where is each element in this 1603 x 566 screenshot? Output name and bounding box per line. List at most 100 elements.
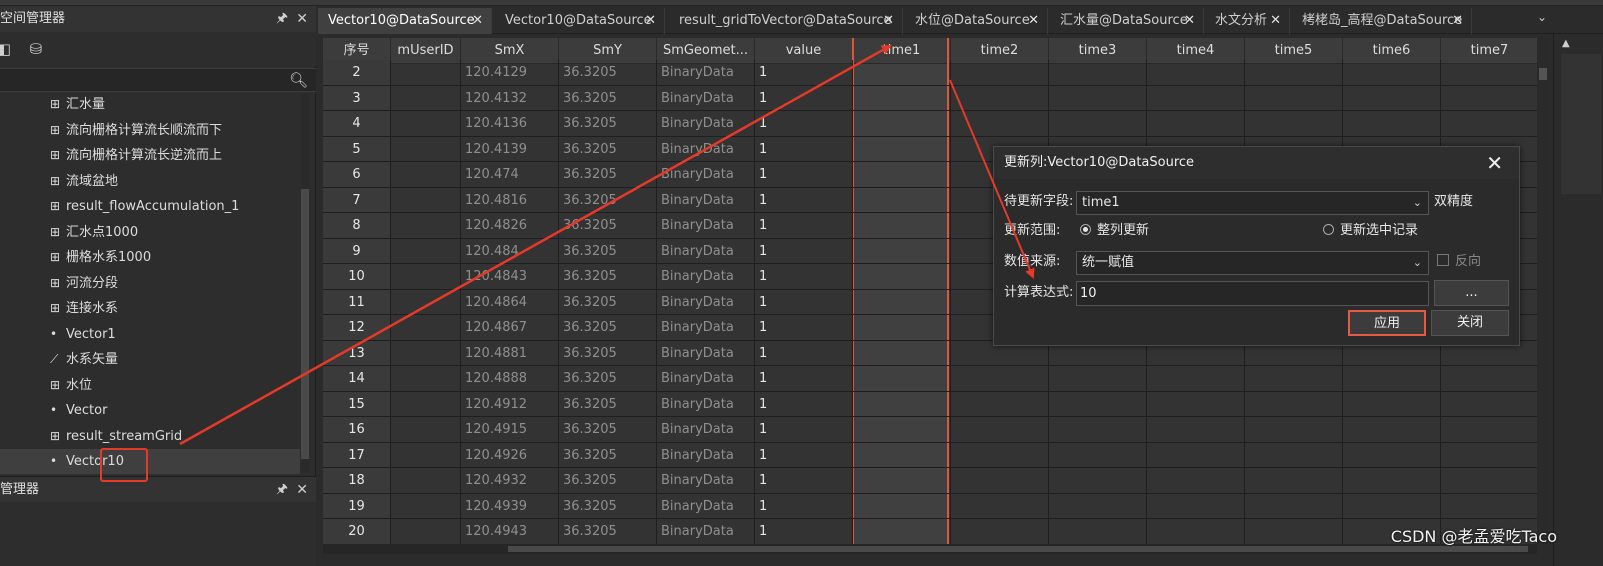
table-cell[interactable] <box>853 366 951 392</box>
close-icon[interactable]: ✕ <box>1486 147 1503 179</box>
table-cell[interactable] <box>1245 442 1343 468</box>
row-number-cell[interactable]: 14 <box>323 366 391 392</box>
scene-icon[interactable]: ⛁ <box>26 39 46 59</box>
table-cell[interactable]: 120.4888 <box>461 366 559 392</box>
table-cell[interactable]: 120.4843 <box>461 264 559 290</box>
table-cell[interactable] <box>853 493 951 519</box>
table-cell[interactable] <box>1441 111 1537 137</box>
table-cell[interactable] <box>1147 468 1245 494</box>
table-cell[interactable]: 120.4826 <box>461 213 559 239</box>
table-cell[interactable]: 36.3205 <box>559 111 657 137</box>
table-cell[interactable]: 36.3205 <box>559 213 657 239</box>
table-cell[interactable]: BinaryData <box>657 519 755 544</box>
table-cell[interactable] <box>1049 519 1147 544</box>
range-all-radio[interactable]: 整列更新 <box>1080 220 1149 242</box>
table-cell[interactable]: 1 <box>755 187 853 213</box>
table-cell[interactable]: 120.4136 <box>461 111 559 137</box>
reverse-checkbox[interactable]: 反向 <box>1437 251 1481 273</box>
table-cell[interactable] <box>1147 391 1245 417</box>
table-cell[interactable] <box>391 111 461 137</box>
tree-item[interactable]: ⊞ 河流分段 <box>50 271 118 296</box>
table-cell[interactable]: 36.3205 <box>559 493 657 519</box>
tree-item[interactable]: • Vector1 <box>50 322 116 347</box>
table-horizontal-scrollbar[interactable] <box>323 544 1537 554</box>
table-cell[interactable] <box>951 493 1049 519</box>
tree-item[interactable]: ⊞ 水位 <box>50 373 92 398</box>
table-cell[interactable] <box>391 264 461 290</box>
table-cell[interactable] <box>391 238 461 264</box>
close-icon[interactable]: ✕ <box>472 8 483 34</box>
table-cell[interactable]: BinaryData <box>657 187 755 213</box>
table-cell[interactable] <box>951 85 1049 111</box>
row-number-cell[interactable]: 7 <box>323 187 391 213</box>
row-number-cell[interactable]: 15 <box>323 391 391 417</box>
table-cell[interactable]: 120.484 <box>461 238 559 264</box>
table-cell[interactable]: BinaryData <box>657 213 755 239</box>
table-cell[interactable]: 36.3205 <box>559 85 657 111</box>
table-cell[interactable] <box>1343 493 1441 519</box>
table-cell[interactable]: BinaryData <box>657 136 755 162</box>
table-cell[interactable]: 120.4139 <box>461 136 559 162</box>
chevron-up-icon[interactable]: ▲ <box>1562 38 1570 49</box>
table-cell[interactable] <box>1049 60 1147 86</box>
table-cell[interactable] <box>1343 468 1441 494</box>
table-cell[interactable] <box>391 60 461 86</box>
table-cell[interactable] <box>951 391 1049 417</box>
row-number-cell[interactable]: 20 <box>323 519 391 544</box>
table-cell[interactable]: 1 <box>755 162 853 188</box>
table-cell[interactable]: 36.3205 <box>559 340 657 366</box>
table-cell[interactable] <box>1343 366 1441 392</box>
tab-elevation[interactable]: 栲栳岛_高程@DataSource ✕ <box>1292 8 1472 34</box>
table-cell[interactable] <box>1147 493 1245 519</box>
search-input[interactable] <box>0 69 288 91</box>
row-number-cell[interactable]: 18 <box>323 468 391 494</box>
table-cell[interactable] <box>1441 60 1537 86</box>
tree-item[interactable]: ⊞ 流域盆地 <box>50 169 118 194</box>
table-cell[interactable]: 120.4867 <box>461 315 559 341</box>
table-cell[interactable]: 1 <box>755 391 853 417</box>
table-cell[interactable] <box>951 417 1049 443</box>
tree-item[interactable]: ⊞ 流向栅格计算流长逆流而上 <box>50 143 222 168</box>
table-cell[interactable] <box>853 60 951 86</box>
table-cell[interactable] <box>1441 417 1537 443</box>
table-cell[interactable]: BinaryData <box>657 162 755 188</box>
tree-item[interactable]: • Vector <box>50 398 107 423</box>
table-cell[interactable] <box>1245 111 1343 137</box>
table-cell[interactable] <box>1049 85 1147 111</box>
table-cell[interactable] <box>853 238 951 264</box>
table-cell[interactable] <box>951 468 1049 494</box>
table-cell[interactable] <box>853 315 951 341</box>
tree-item[interactable]: • Vector10 <box>0 449 300 474</box>
table-cell[interactable] <box>853 264 951 290</box>
tree-item[interactable]: ⊞ 汇水量 <box>50 94 105 117</box>
table-cell[interactable] <box>1343 442 1441 468</box>
table-cell[interactable]: 1 <box>755 417 853 443</box>
table-cell[interactable] <box>1245 519 1343 544</box>
table-cell[interactable] <box>1147 417 1245 443</box>
table-cell[interactable]: BinaryData <box>657 468 755 494</box>
table-cell[interactable] <box>1245 85 1343 111</box>
row-number-cell[interactable]: 5 <box>323 136 391 162</box>
table-cell[interactable] <box>391 442 461 468</box>
table-cell[interactable] <box>1441 468 1537 494</box>
table-cell[interactable] <box>951 442 1049 468</box>
tree-item[interactable]: ⊞ 流向栅格计算流长顺流而下 <box>50 118 222 143</box>
table-cell[interactable]: BinaryData <box>657 289 755 315</box>
table-horizontal-scrollbar-thumb[interactable] <box>508 546 1528 552</box>
table-cell[interactable] <box>1343 111 1441 137</box>
table-cell[interactable] <box>391 340 461 366</box>
table-cell[interactable] <box>1441 86 1537 111</box>
pin-icon[interactable]: 🖈 <box>276 6 288 32</box>
table-cell[interactable]: 36.3205 <box>559 391 657 417</box>
table-cell[interactable]: 36.3205 <box>559 264 657 290</box>
table-cell[interactable]: BinaryData <box>657 111 755 137</box>
table-cell[interactable]: 1 <box>755 111 853 137</box>
table-cell[interactable]: 120.4926 <box>461 442 559 468</box>
table-cell[interactable]: BinaryData <box>657 391 755 417</box>
table-cell[interactable]: 1 <box>755 85 853 111</box>
table-cell[interactable] <box>853 136 951 162</box>
table-cell[interactable] <box>1441 443 1537 468</box>
table-cell[interactable] <box>853 111 951 137</box>
close-icon[interactable]: ✕ <box>296 477 308 503</box>
table-cell[interactable]: 1 <box>755 213 853 239</box>
